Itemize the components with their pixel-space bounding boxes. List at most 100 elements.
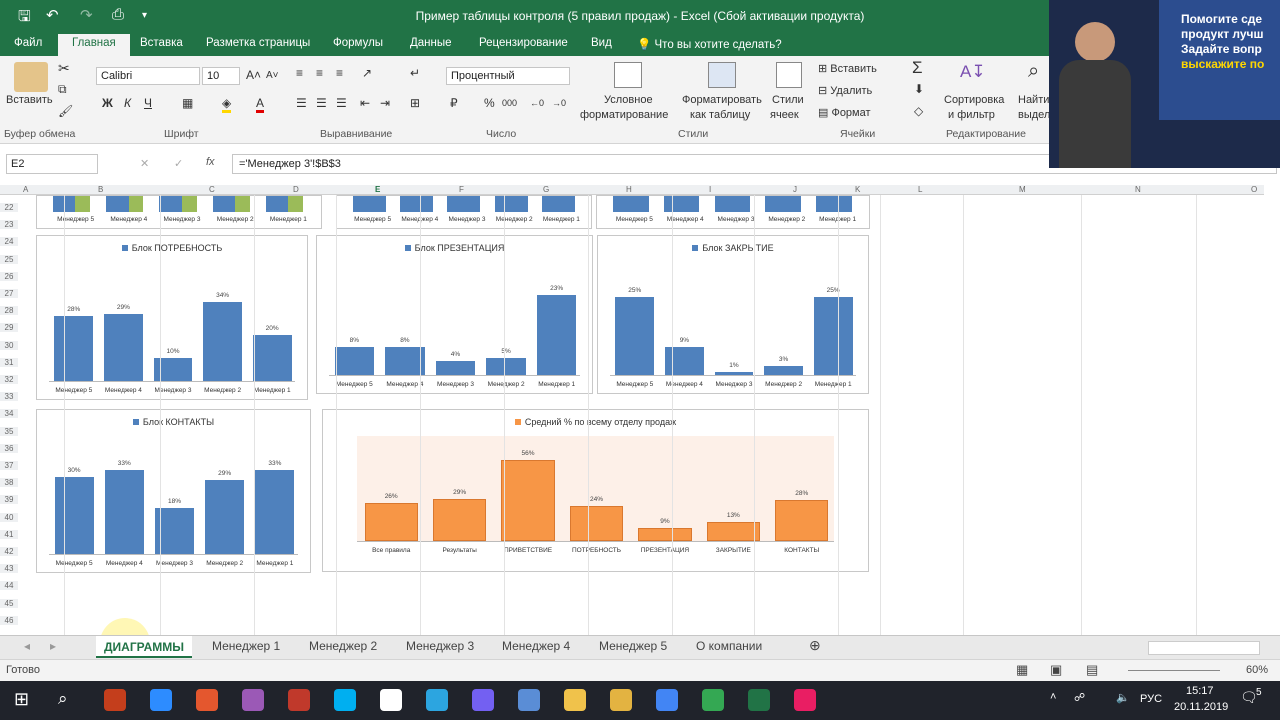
font-name-select[interactable]: Calibri	[96, 67, 200, 85]
tab-formulas[interactable]: Формулы	[333, 37, 383, 49]
screen-recorder-icon[interactable]	[196, 689, 218, 711]
zoom-icon[interactable]	[150, 689, 172, 711]
cell-styles-button-2[interactable]: ячеек	[770, 109, 799, 121]
borders-icon[interactable]: ▦	[182, 96, 193, 110]
number-format-select[interactable]: Процентный	[446, 67, 570, 85]
cell-styles-button-1[interactable]: Стили	[772, 94, 804, 106]
row-header-23[interactable]: 23	[0, 220, 18, 230]
row-header-45[interactable]: 45	[0, 598, 18, 608]
column-header-C[interactable]: C	[209, 185, 215, 194]
row-header-34[interactable]: 34	[0, 409, 18, 419]
find-select-button-1[interactable]: Найти	[1018, 94, 1049, 106]
powerpoint-icon[interactable]	[104, 689, 126, 711]
search-icon[interactable]: ⌕	[58, 689, 68, 709]
font-color-icon[interactable]: A	[256, 96, 265, 113]
row-header-41[interactable]: 41	[0, 529, 18, 539]
increase-decimal-icon[interactable]: ←0	[530, 98, 544, 108]
format-cells-button[interactable]: ▤ Формат	[818, 106, 871, 119]
bar-chart-2[interactable]: Блок ПРЕЗЕНТАЦИЯ 8% 8% 4% 5% 23% Менеджер 5 Мен…	[316, 235, 593, 394]
align-center-icon[interactable]: ☰	[316, 96, 327, 110]
telegram-icon[interactable]	[426, 689, 448, 711]
bar-chart-3[interactable]: Блок ЗАКРЫТИЕ 25% 9% 1% 3% 25% Менеджер 5 Менед…	[597, 235, 869, 394]
format-table-button-2[interactable]: как таблицу	[690, 109, 750, 121]
increase-font-icon[interactable]: A˄	[246, 68, 261, 82]
notepad-icon[interactable]	[518, 689, 540, 711]
download-icon[interactable]	[288, 689, 310, 711]
column-header-E[interactable]: E	[375, 185, 380, 194]
info-app-icon[interactable]	[380, 689, 402, 711]
sheet-tab-about-company[interactable]: О компании	[696, 639, 762, 653]
merge-center-icon[interactable]: ⊞	[410, 96, 420, 110]
row-header-25[interactable]: 25	[0, 254, 18, 264]
conditional-format-button-1[interactable]: Условное	[604, 94, 653, 106]
delete-cells-button[interactable]: ⊟ Удалить	[818, 84, 872, 97]
format-table-icon[interactable]	[708, 62, 736, 88]
skype-icon[interactable]	[334, 689, 356, 711]
column-header-O[interactable]: O	[1251, 185, 1257, 194]
tab-page-layout[interactable]: Разметка страницы	[206, 37, 310, 49]
sort-filter-button-1[interactable]: Сортировка	[944, 94, 1004, 106]
next-sheet-icon[interactable]: ▸	[50, 639, 56, 653]
zoom-level[interactable]: 60%	[1246, 664, 1268, 676]
name-box[interactable]: E2	[6, 154, 98, 174]
paste-button[interactable]: Вставить	[6, 94, 53, 106]
partial-chart-2[interactable]: Менеджер 5 Менеджер 4 Менеджер 3 Менеджер 2…	[336, 195, 592, 229]
tab-file[interactable]: Файл	[14, 37, 42, 49]
sheet-tab-manager-5[interactable]: Менеджер 5	[599, 639, 667, 653]
chrome-icon[interactable]	[656, 689, 678, 711]
tab-insert[interactable]: Вставка	[140, 37, 183, 49]
add-sheet-icon[interactable]: ⊕	[809, 637, 821, 654]
cell-styles-icon[interactable]	[776, 62, 802, 88]
bar-chart-5[interactable]: Средний % по всему отделу продаж 26% 29% 56…	[322, 409, 869, 572]
bar-chart-4[interactable]: Блок КОНТАКТЫ 30% 33% 18% 29% 33% Менеджер 5 Ме…	[36, 409, 311, 573]
row-header-33[interactable]: 33	[0, 392, 18, 402]
autosum-icon[interactable]: Σ	[912, 58, 923, 78]
sheet-tab-manager-4[interactable]: Менеджер 4	[502, 639, 570, 653]
column-header-F[interactable]: F	[459, 185, 464, 194]
column-header-A[interactable]: A	[23, 185, 28, 194]
copy-icon[interactable]: ⧉	[58, 82, 67, 97]
align-bottom-icon[interactable]: ≡	[336, 66, 343, 80]
column-header-H[interactable]: H	[626, 185, 632, 194]
tray-chevron-icon[interactable]: ˄	[1050, 691, 1056, 703]
increase-indent-icon[interactable]: ⇥	[380, 96, 390, 110]
viber-icon[interactable]	[472, 689, 494, 711]
clear-icon[interactable]: ◇	[914, 104, 923, 118]
partial-chart-3[interactable]: Менеджер 5 Менеджер 4 Менеджер 3 Менеджер 2…	[596, 195, 870, 229]
row-header-28[interactable]: 28	[0, 306, 18, 316]
row-header-44[interactable]: 44	[0, 581, 18, 591]
sheet-tab-manager-2[interactable]: Менеджер 2	[309, 639, 377, 653]
row-header-38[interactable]: 38	[0, 478, 18, 488]
format-table-button-1[interactable]: Форматировать	[682, 94, 762, 106]
ftp-app-icon[interactable]	[610, 689, 632, 711]
tab-view[interactable]: Вид	[591, 37, 612, 49]
insert-cells-button[interactable]: ⊞ Вставить	[818, 62, 877, 75]
conditional-format-icon[interactable]	[614, 62, 642, 88]
language-indicator[interactable]: РУС	[1140, 693, 1162, 705]
zoom-slider[interactable]	[1128, 670, 1220, 671]
column-header-L[interactable]: L	[918, 185, 922, 194]
row-header-43[interactable]: 43	[0, 564, 18, 574]
row-header-29[interactable]: 29	[0, 323, 18, 333]
paste-icon[interactable]	[14, 62, 48, 92]
find-icon[interactable]: ⌕	[1028, 60, 1039, 83]
prev-sheet-icon[interactable]: ◂	[24, 639, 30, 653]
worksheet-grid[interactable]: A B C D E F G H I J K L M N O 22 23 24 25 26 27 28 29 30 31 32 33…	[0, 185, 1264, 635]
underline-button[interactable]: Ч	[144, 96, 152, 110]
column-header-I[interactable]: I	[709, 185, 711, 194]
network-icon[interactable]: ☍	[1074, 691, 1085, 704]
cut-icon[interactable]: ✂	[58, 60, 70, 77]
page-break-icon[interactable]: ▤	[1086, 662, 1098, 678]
chrome-profile-icon[interactable]	[702, 689, 724, 711]
tab-review[interactable]: Рецензирование	[479, 37, 568, 49]
align-left-icon[interactable]: ☰	[296, 96, 307, 110]
tab-data[interactable]: Данные	[410, 37, 452, 49]
bar-chart-1[interactable]: Блок ПОТРЕБНОСТЬ 28% 29% 10% 34% 20% Менеджер …	[36, 235, 308, 400]
row-header-42[interactable]: 42	[0, 547, 18, 556]
column-header-J[interactable]: J	[793, 185, 797, 194]
row-header-24[interactable]: 24	[0, 237, 18, 247]
column-header-G[interactable]: G	[543, 185, 549, 194]
row-header-35[interactable]: 35	[0, 426, 18, 436]
column-header-M[interactable]: M	[1019, 185, 1026, 194]
align-right-icon[interactable]: ☰	[336, 96, 347, 110]
